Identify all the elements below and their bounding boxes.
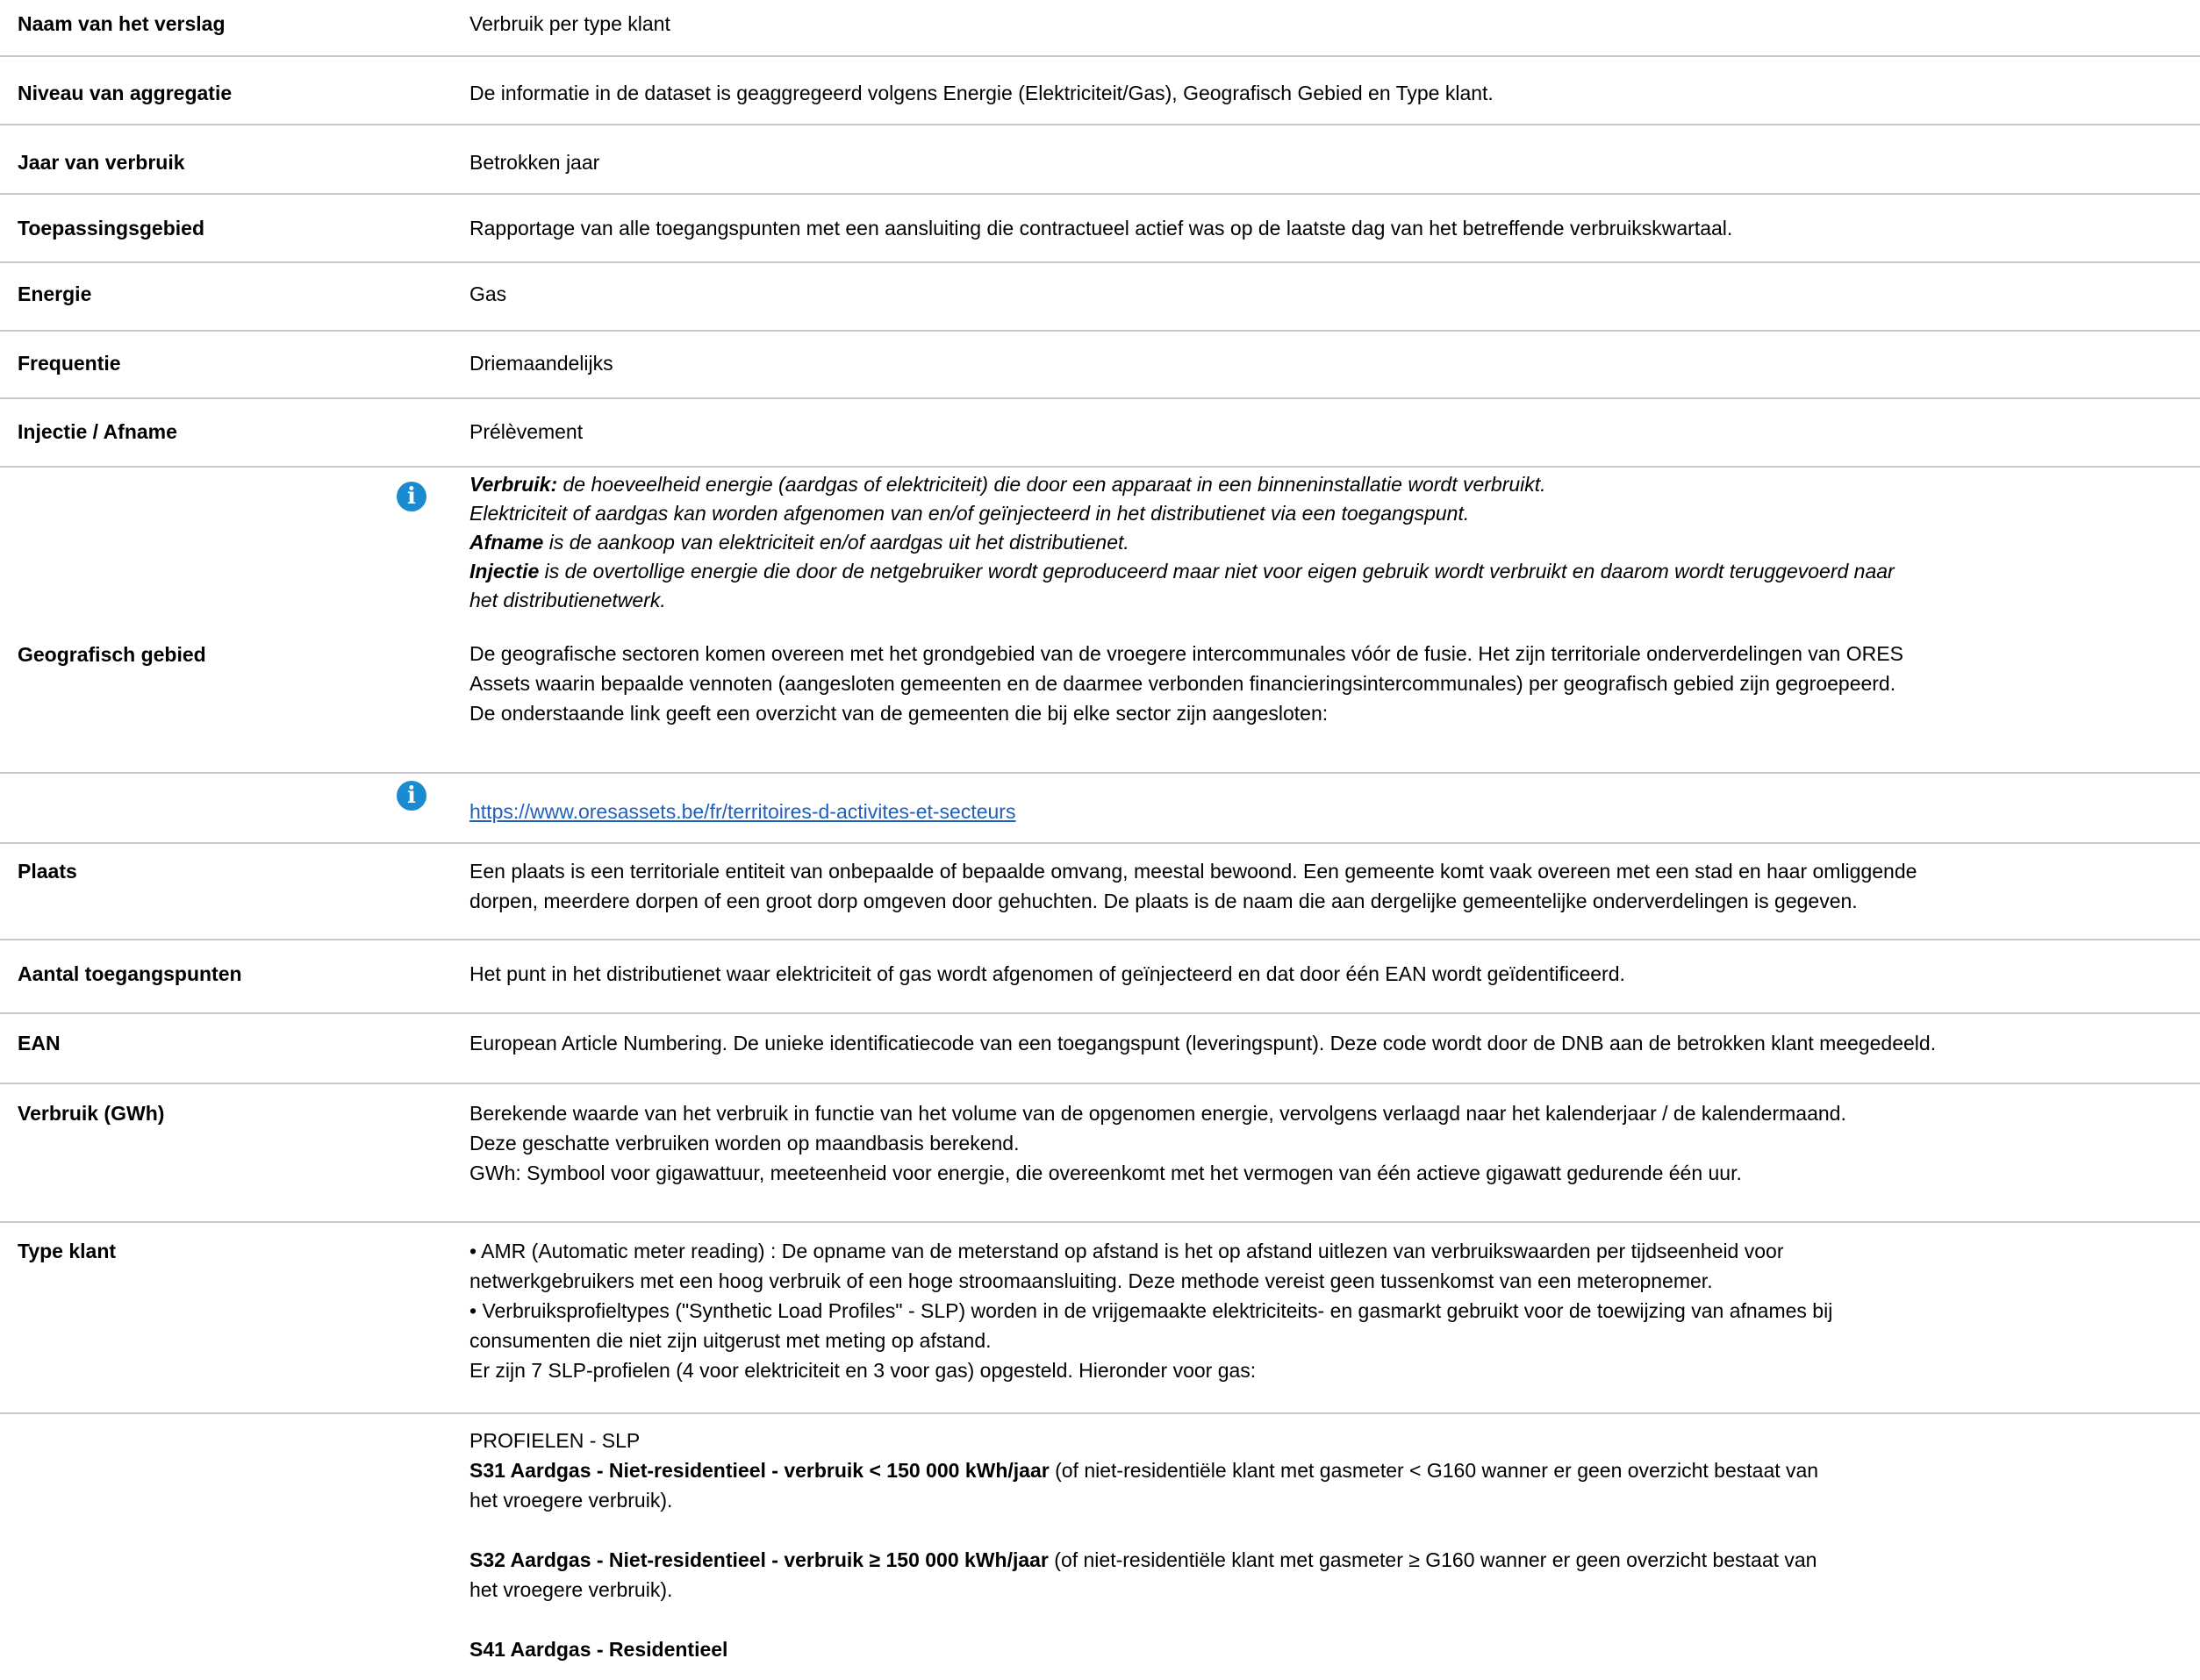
row-divider bbox=[0, 1012, 2200, 1014]
row-divider bbox=[0, 55, 2200, 57]
value-plaats: Een plaats is een territoriale entiteit … bbox=[469, 856, 2189, 916]
profile-s31-text: (of niet-residentiële klant met gasmeter… bbox=[1049, 1459, 1819, 1482]
row-divider bbox=[0, 330, 2200, 332]
value-injectie: Prélèvement bbox=[469, 420, 584, 443]
row-divider bbox=[0, 193, 2200, 195]
text-line: De geografische sectoren komen overeen m… bbox=[469, 642, 1903, 665]
info-term-afname: Afname bbox=[469, 531, 544, 554]
text-line: • Verbruiksprofieltypes ("Synthetic Load… bbox=[469, 1299, 1833, 1322]
value-toepassing: Rapportage van alle toegangspunten met e… bbox=[469, 217, 1733, 239]
value-geografisch: De geografische sectoren komen overeen m… bbox=[469, 639, 2189, 728]
info-text: de hoeveelheid energie (aardgas of elekt… bbox=[557, 473, 1546, 496]
profielen-heading: PROFIELEN - SLP bbox=[469, 1429, 641, 1452]
text-line: De onderstaande link geeft een overzicht… bbox=[469, 702, 1329, 725]
value-frequentie: Driemaandelijks bbox=[469, 352, 613, 375]
value-verbruik: Berekende waarde van het verbruik in fun… bbox=[469, 1098, 2189, 1188]
value-ean: European Article Numbering. De unieke id… bbox=[469, 1032, 1937, 1054]
info-text: is de overtollige energie die door de ne… bbox=[539, 560, 1895, 583]
label-verbruik: Verbruik (GWh) bbox=[18, 1102, 165, 1125]
text-line: dorpen, meerdere dorpen of een groot dor… bbox=[469, 890, 1858, 912]
profile-s31-text: het vroegere verbruik). bbox=[469, 1489, 673, 1512]
info-icon: i bbox=[397, 781, 426, 811]
text-line: Berekende waarde van het verbruik in fun… bbox=[469, 1102, 1846, 1125]
row-divider bbox=[0, 1412, 2200, 1414]
text-line: Deze geschatte verbruiken worden op maan… bbox=[469, 1132, 1020, 1155]
label-niveau: Niveau van aggregatie bbox=[18, 82, 233, 104]
row-divider bbox=[0, 261, 2200, 263]
definitions-info-block: Verbruik: de hoeveelheid energie (aardga… bbox=[469, 470, 2189, 615]
label-injectie: Injectie / Afname bbox=[18, 420, 177, 443]
info-text: is de aankoop van elektriciteit en/of aa… bbox=[543, 531, 1129, 554]
info-icon: i bbox=[397, 482, 426, 511]
info-term-injectie: Injectie bbox=[469, 560, 540, 583]
value-naam: Verbruik per type klant bbox=[469, 12, 670, 35]
value-geografisch-link: https://www.oresassets.be/fr/territoires… bbox=[469, 797, 2189, 826]
label-aantal: Aantal toegangspunten bbox=[18, 962, 242, 985]
value-jaar: Betrokken jaar bbox=[469, 151, 600, 174]
text-line: netwerkgebruikers met een hoog verbruik … bbox=[469, 1269, 1713, 1292]
text-line: consumenten die niet zijn uitgerust met … bbox=[469, 1329, 992, 1352]
value-energie: Gas bbox=[469, 282, 507, 305]
label-toepassing: Toepassingsgebied bbox=[18, 217, 205, 239]
label-jaar: Jaar van verbruik bbox=[18, 151, 185, 174]
oresassets-link[interactable]: https://www.oresassets.be/fr/territoires… bbox=[469, 800, 1015, 823]
info-text: Elektriciteit of aardgas kan worden afge… bbox=[469, 502, 1470, 525]
label-energie: Energie bbox=[18, 282, 92, 305]
text-line: Assets waarin bepaalde vennoten (aangesl… bbox=[469, 672, 1896, 695]
row-divider bbox=[0, 397, 2200, 399]
text-line: Er zijn 7 SLP-profielen (4 voor elektric… bbox=[469, 1359, 1257, 1382]
profile-s32-text: het vroegere verbruik). bbox=[469, 1578, 673, 1601]
label-ean: EAN bbox=[18, 1032, 61, 1054]
text-line: • AMR (Automatic meter reading) : De opn… bbox=[469, 1240, 1784, 1262]
info-term-verbruik: Verbruik: bbox=[469, 473, 558, 496]
label-frequentie: Frequentie bbox=[18, 352, 121, 375]
label-type-klant: Type klant bbox=[18, 1240, 117, 1262]
value-niveau: De informatie in de dataset is geaggrege… bbox=[469, 82, 1494, 104]
label-geografisch: Geografisch gebied bbox=[18, 643, 206, 666]
row-divider bbox=[0, 842, 2200, 844]
value-aantal: Het punt in het distributienet waar elek… bbox=[469, 962, 1625, 985]
info-text: het distributienetwerk. bbox=[469, 589, 666, 611]
profielen-block: PROFIELEN - SLP S31 Aardgas - Niet-resid… bbox=[469, 1426, 2189, 1664]
profile-s41-title: S41 Aardgas - Residentieel bbox=[469, 1638, 728, 1661]
row-divider bbox=[0, 124, 2200, 125]
value-type-klant: • AMR (Automatic meter reading) : De opn… bbox=[469, 1236, 2189, 1385]
row-divider bbox=[0, 1221, 2200, 1223]
report-definition-sheet: Naam van het verslag Verbruik per type k… bbox=[0, 0, 2200, 1680]
row-divider bbox=[0, 939, 2200, 940]
text-line: Een plaats is een territoriale entiteit … bbox=[469, 860, 1917, 883]
profile-s31-title: S31 Aardgas - Niet-residentieel - verbru… bbox=[469, 1459, 1050, 1482]
profile-s32-title: S32 Aardgas - Niet-residentieel - verbru… bbox=[469, 1548, 1049, 1571]
text-line: GWh: Symbool voor gigawattuur, meeteenhe… bbox=[469, 1162, 1742, 1184]
row-divider bbox=[0, 772, 2200, 774]
row-divider bbox=[0, 466, 2200, 468]
row-divider bbox=[0, 1083, 2200, 1084]
label-plaats: Plaats bbox=[18, 860, 77, 883]
label-naam: Naam van het verslag bbox=[18, 12, 226, 35]
profile-s32-text: (of niet-residentiële klant met gasmeter… bbox=[1048, 1548, 1817, 1571]
